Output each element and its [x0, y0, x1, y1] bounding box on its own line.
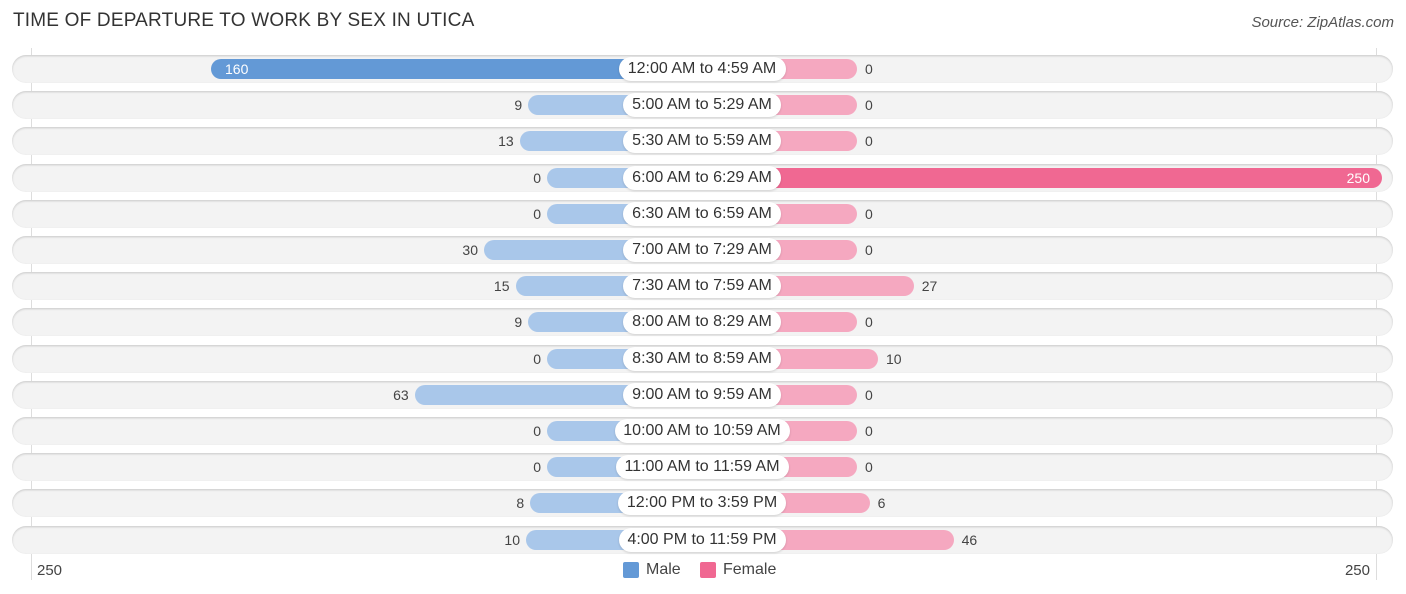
category-label: 11:00 AM to 11:59 AM [615, 455, 789, 480]
female-value: 250 [1346, 169, 1370, 186]
female-value: 27 [921, 278, 938, 295]
female-value: 0 [865, 314, 873, 331]
male-value: 13 [498, 133, 514, 150]
legend-swatch-male [623, 562, 639, 578]
female-value: 0 [865, 205, 873, 222]
category-label: 7:30 AM to 7:59 AM [623, 274, 781, 299]
male-value: 15 [493, 278, 510, 295]
category-label: 9:00 AM to 9:59 AM [623, 382, 781, 407]
male-value: 0 [533, 169, 541, 186]
category-label: 10:00 AM to 10:59 AM [614, 419, 790, 443]
female-bar [702, 167, 1382, 188]
category-label: 6:30 AM to 6:59 AM [623, 201, 781, 226]
category-label: 8:00 AM to 8:29 AM [623, 310, 781, 335]
female-value: 46 [961, 531, 978, 548]
chart-title: TIME OF DEPARTURE TO WORK BY SEX IN UTIC… [13, 10, 475, 31]
female-value: 0 [865, 61, 873, 77]
category-label: 7:00 AM to 7:29 AM [623, 238, 781, 262]
male-value: 0 [533, 205, 541, 222]
category-label: 5:30 AM to 5:59 AM [623, 129, 781, 154]
legend-swatch-female [700, 562, 716, 578]
male-value: 160 [225, 61, 249, 77]
male-value: 30 [462, 242, 478, 258]
category-label: 6:00 AM to 6:29 AM [623, 165, 781, 190]
source-credit: Source: ZipAtlas.com [1251, 14, 1394, 31]
legend-male: Male [623, 561, 681, 579]
male-value: 0 [533, 423, 541, 439]
female-value: 0 [865, 133, 873, 150]
axis-tick-left: 250 [37, 562, 63, 579]
female-value: 0 [865, 423, 873, 439]
category-label: 5:00 AM to 5:29 AM [623, 93, 781, 118]
legend-label-female: Female [723, 561, 777, 578]
female-value: 0 [865, 386, 873, 403]
male-value: 9 [514, 314, 523, 331]
legend-label-male: Male [646, 561, 681, 578]
category-label: 12:00 AM to 4:59 AM [618, 57, 786, 81]
chart-root: TIME OF DEPARTURE TO WORK BY SEX IN UTIC… [0, 0, 1406, 594]
male-value: 8 [516, 495, 525, 512]
female-value: 0 [865, 459, 873, 476]
male-value: 10 [504, 531, 520, 548]
male-value: 0 [533, 459, 541, 476]
male-value: 9 [514, 97, 523, 114]
female-value: 10 [886, 350, 902, 367]
male-value: 63 [393, 386, 409, 403]
category-label: 8:30 AM to 8:59 AM [623, 346, 781, 371]
axis-tick-right: 250 [1344, 562, 1370, 579]
female-value: 0 [865, 242, 873, 258]
category-label: 12:00 PM to 3:59 PM [618, 491, 786, 516]
legend-female: Female [700, 561, 776, 579]
female-value: 0 [865, 97, 873, 114]
category-label: 4:00 PM to 11:59 PM [618, 527, 786, 552]
male-value: 0 [533, 350, 541, 367]
female-value: 6 [877, 495, 886, 512]
